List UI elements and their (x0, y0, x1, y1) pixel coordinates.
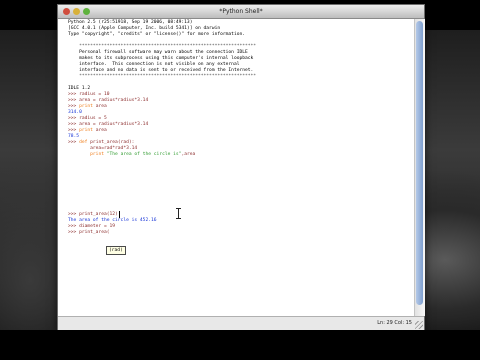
keyword: print (79, 104, 93, 109)
code-text: area (92, 104, 107, 109)
code-text: area (92, 128, 107, 133)
prompt: >>> (68, 104, 80, 109)
text-caret (119, 211, 120, 218)
string-literal: "The area of the circle is" (103, 152, 182, 157)
code-text: print_area(rad): (87, 140, 135, 145)
banner-line: Type "copyright", "credits" or "license(… (68, 32, 246, 37)
python-shell-window: *Python Shell* Python 2.5 (r25:51918, Se… (57, 4, 425, 330)
ibeam-cursor-icon (176, 208, 181, 219)
status-bar: Ln: 29 Col: 15 (58, 316, 424, 330)
prompt: >>> (68, 140, 80, 145)
calltip: (rad) (106, 246, 126, 255)
shell-input-line: print "The area of the circle is",area (68, 152, 195, 158)
resize-grip-icon[interactable] (415, 321, 423, 329)
keyword: print (79, 128, 93, 133)
vertical-scrollbar[interactable] (414, 19, 425, 316)
firewall-notice-line: ****************************************… (68, 74, 257, 79)
scrollbar-thumb[interactable] (416, 21, 423, 305)
shell-text-area[interactable]: Python 2.5 (r25:51918, Sep 19 2006, 08:4… (58, 19, 414, 316)
prompt: >>> (68, 128, 80, 133)
cursor-position: Ln: 29 Col: 15 (377, 320, 412, 326)
keyword: print (90, 152, 104, 157)
code-text: ,area (181, 152, 196, 157)
title-bar[interactable]: *Python Shell* (58, 5, 424, 19)
window-title: *Python Shell* (219, 8, 263, 15)
shell-input-line: >>> print_area( (68, 230, 110, 235)
video-letterbox-bottom (0, 330, 480, 360)
